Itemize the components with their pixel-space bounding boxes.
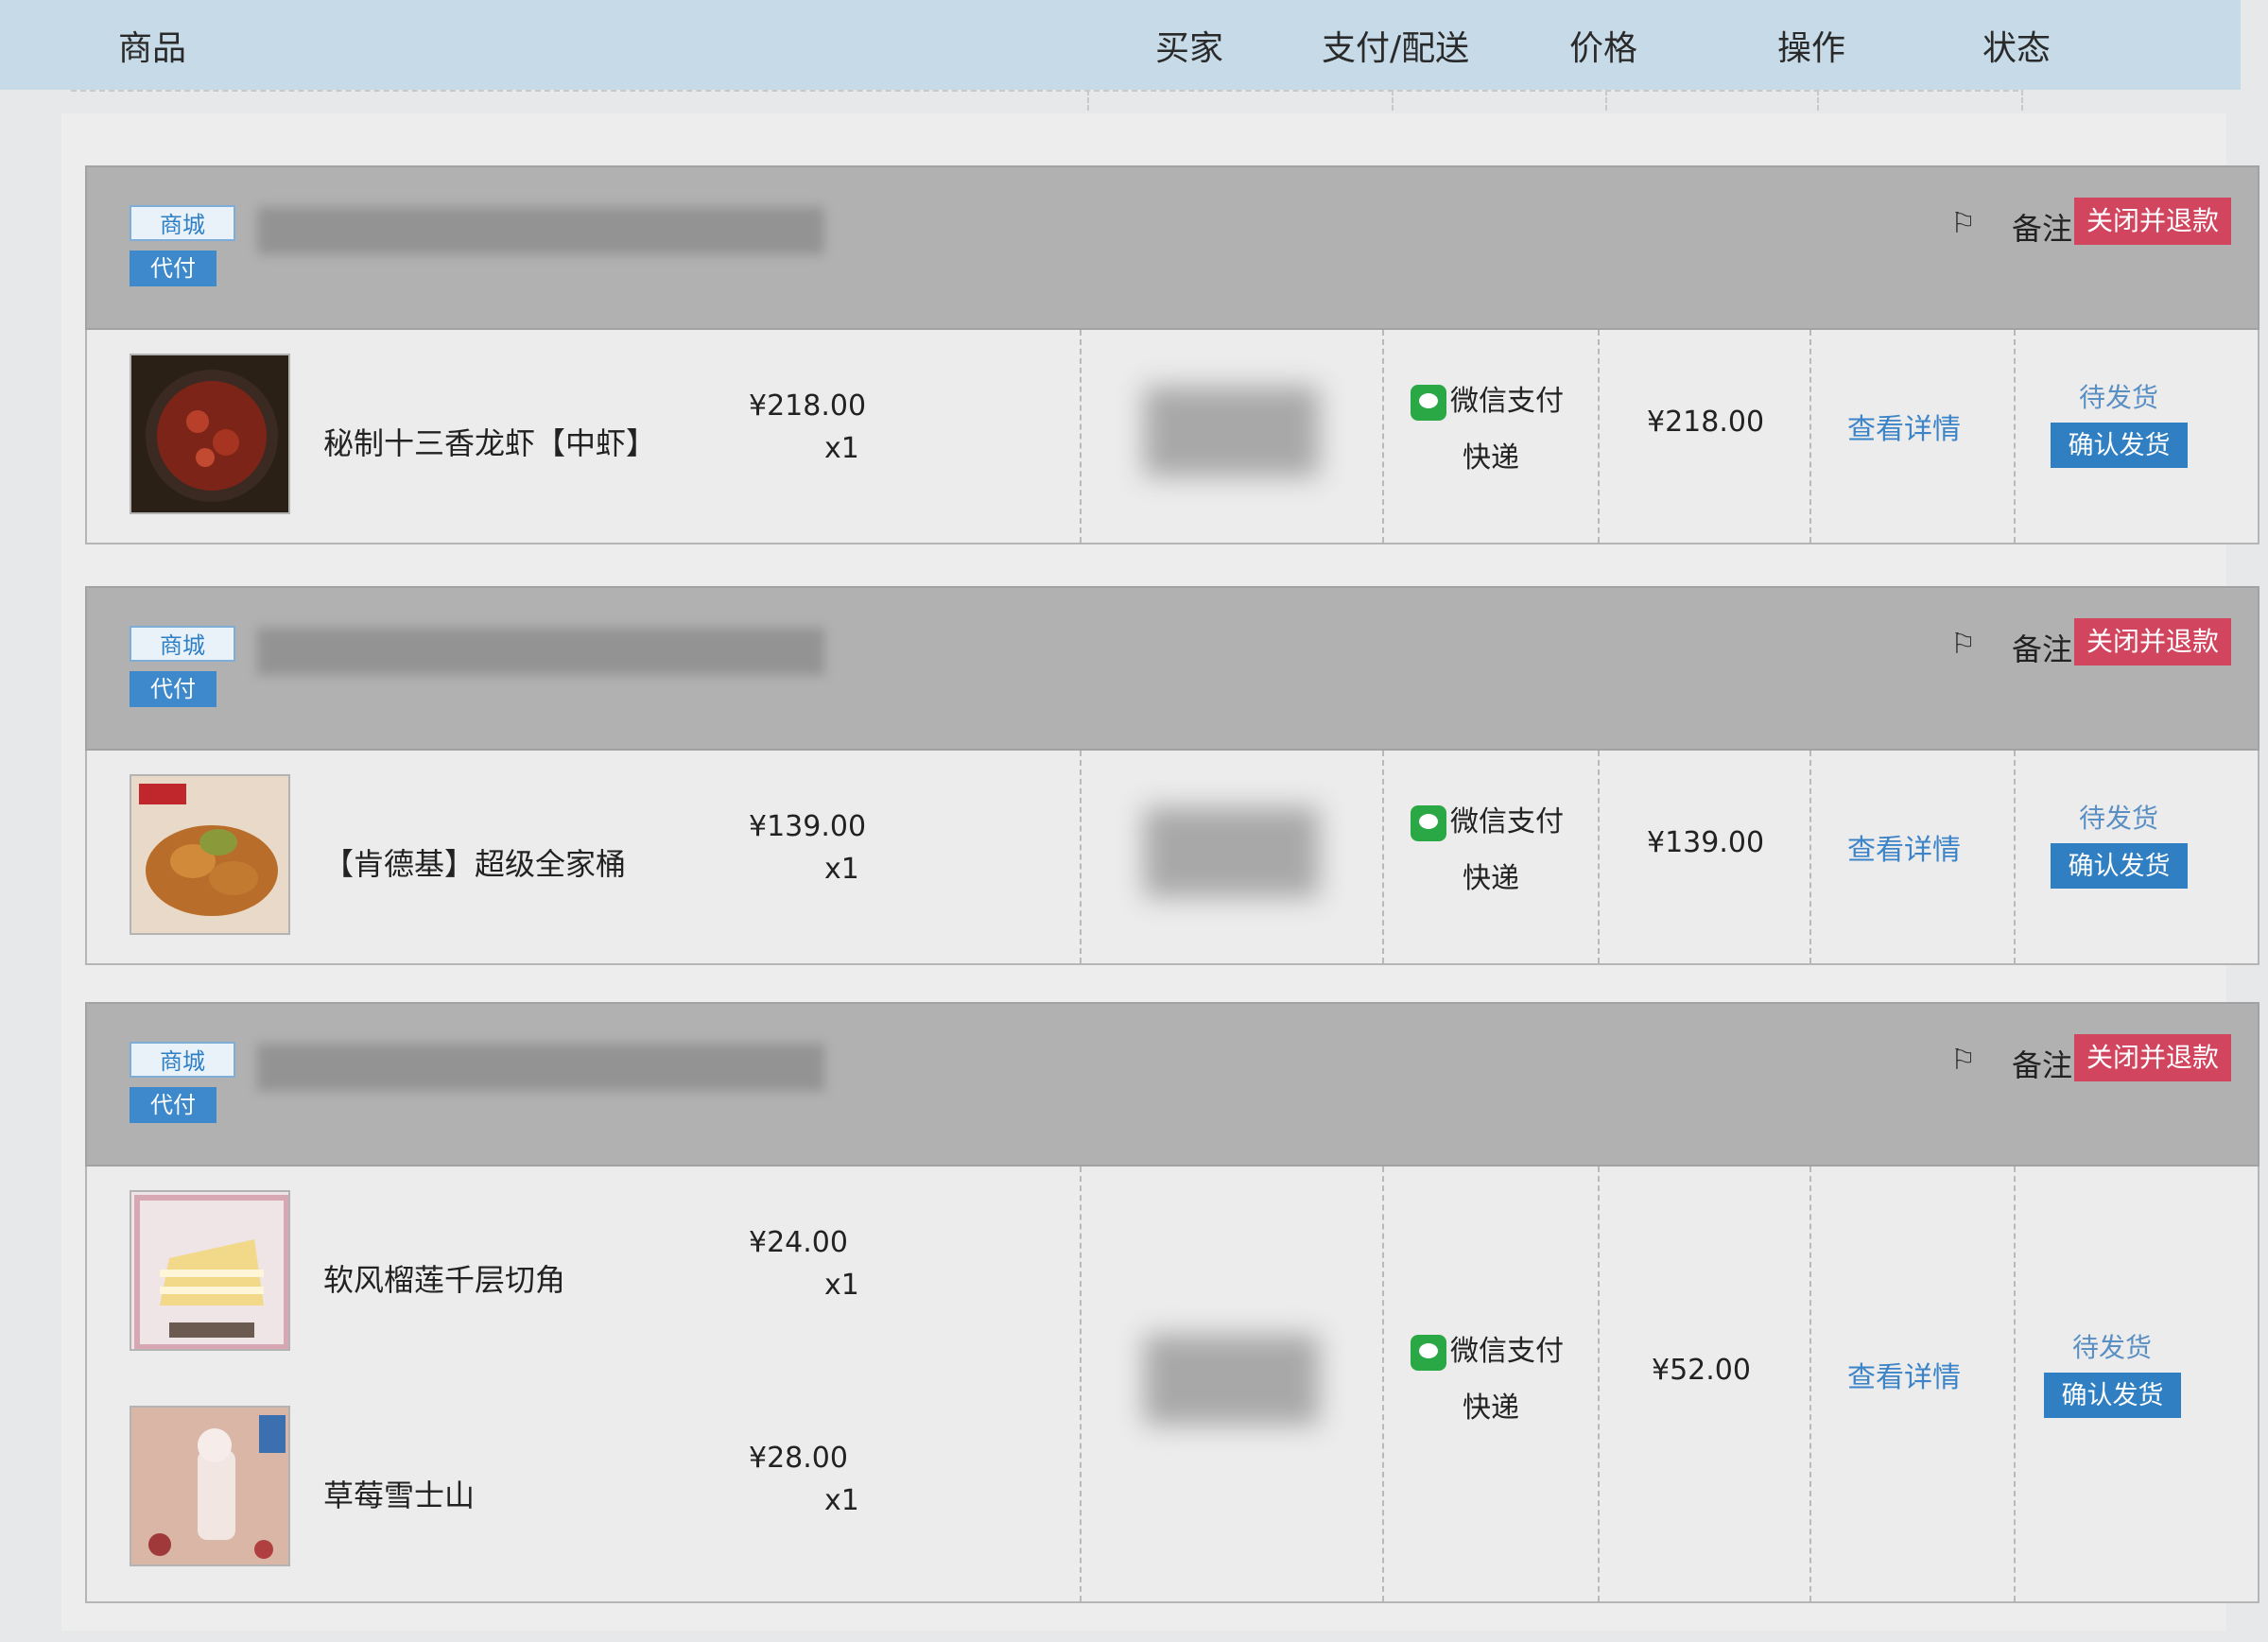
quantity: x1 (824, 1269, 859, 1302)
header-divider (1392, 90, 1394, 111)
shipping-method: 快递 (1463, 862, 1519, 895)
order-body: 秘制十三香龙虾【中虾】 ¥218.00 x1 微信支付 快递 ¥218.00 查… (85, 330, 2259, 544)
column-divider (2014, 1167, 2016, 1601)
column-divider (2014, 330, 2016, 543)
confirm-shipment-button[interactable]: 确认发货 (2051, 423, 2188, 468)
order-header: 商城 代付 ⚐ 备注 关闭并退款 (85, 1002, 2259, 1167)
confirm-shipment-button[interactable]: 确认发货 (2044, 1373, 2181, 1418)
wechat-pay-icon (1411, 1334, 1446, 1371)
remark-link[interactable]: 备注 (2012, 626, 2072, 669)
column-divider (1598, 330, 1600, 543)
payment-method: 微信支付 (1411, 798, 1564, 841)
remark-link[interactable]: 备注 (2012, 205, 2072, 249)
order-header: 商城 代付 ⚐ 备注 关闭并退款 (85, 165, 2259, 330)
product-thumbnail[interactable] (130, 354, 290, 514)
header-divider (1817, 90, 1819, 111)
header-divider (71, 90, 2018, 92)
col-header-status: 状态 (1982, 29, 2052, 68)
agent-pay-tag: 代付 (130, 251, 216, 286)
order-card: 商城 代付 ⚐ 备注 关闭并退款 【肯德基】超级全家桶 ¥139.00 x1 微… (85, 586, 2259, 965)
flag-icon[interactable]: ⚐ (1950, 1044, 1976, 1077)
order-item: 草莓雪士山 ¥28.00 x1 (87, 1382, 1070, 1595)
buyer-info-redacted (1144, 807, 1319, 897)
col-header-actions: 操作 (1777, 29, 1846, 68)
order-total: ¥139.00 (1647, 826, 1765, 859)
order-number-redacted (257, 1044, 824, 1091)
unit-price: ¥24.00 (749, 1226, 848, 1259)
agent-pay-tag: 代付 (130, 671, 216, 707)
order-item: 【肯德基】超级全家桶 ¥139.00 x1 (87, 751, 1070, 963)
column-divider (1382, 751, 1384, 963)
view-details-link[interactable]: 查看详情 (1847, 1354, 1961, 1395)
column-divider (1080, 330, 1082, 543)
order-item: 软风榴莲千层切角 ¥24.00 x1 (87, 1167, 1070, 1379)
header-divider (1087, 90, 1089, 111)
product-name[interactable]: 【肯德基】超级全家桶 (323, 840, 626, 884)
close-and-refund-button[interactable]: 关闭并退款 (2074, 198, 2231, 245)
header-divider (2021, 90, 2023, 111)
column-divider (1809, 330, 1811, 543)
flag-icon[interactable]: ⚐ (1950, 628, 1976, 661)
product-thumbnail[interactable] (130, 1406, 290, 1566)
unit-price: ¥139.00 (749, 810, 867, 843)
wechat-pay-icon (1411, 384, 1446, 421)
table-header: 商品 买家 支付/配送 价格 操作 状态 (0, 0, 2241, 90)
order-total: ¥52.00 (1652, 1354, 1751, 1387)
payment-method: 微信支付 (1411, 1327, 1564, 1371)
column-divider (1382, 330, 1384, 543)
column-divider (1809, 1167, 1811, 1601)
product-name[interactable]: 软风榴莲千层切角 (323, 1256, 565, 1300)
order-card: 商城 代付 ⚐ 备注 关闭并退款 软风榴莲千层切角 ¥24.00 x1 草莓雪士… (85, 1002, 2259, 1603)
order-body: 软风榴莲千层切角 ¥24.00 x1 草莓雪士山 ¥28.00 x1 微信支付 … (85, 1167, 2259, 1603)
order-number-redacted (257, 207, 824, 254)
status-badge: 待发货 (2079, 382, 2159, 413)
view-details-link[interactable]: 查看详情 (1847, 406, 1961, 447)
col-header-payment-shipping: 支付/配送 (1322, 29, 1470, 68)
column-divider (1598, 751, 1600, 963)
product-name[interactable]: 秘制十三香龙虾【中虾】 (323, 420, 656, 463)
status-badge: 待发货 (2072, 1332, 2153, 1363)
flag-icon[interactable]: ⚐ (1950, 207, 1976, 240)
payment-method: 微信支付 (1411, 377, 1564, 421)
product-thumbnail[interactable] (130, 1190, 290, 1351)
buyer-info-redacted (1144, 1335, 1319, 1425)
buyer-info-redacted (1144, 387, 1319, 476)
unit-price: ¥28.00 (749, 1442, 848, 1475)
col-header-buyer: 买家 (1155, 29, 1224, 68)
shipping-method: 快递 (1463, 1391, 1519, 1425)
order-item: 秘制十三香龙虾【中虾】 ¥218.00 x1 (87, 330, 1070, 543)
quantity: x1 (824, 1484, 859, 1517)
unit-price: ¥218.00 (749, 389, 867, 423)
order-header: 商城 代付 ⚐ 备注 关闭并退款 (85, 586, 2259, 751)
column-divider (2014, 751, 2016, 963)
view-details-link[interactable]: 查看详情 (1847, 826, 1961, 868)
product-thumbnail[interactable] (130, 774, 290, 935)
col-header-price: 价格 (1569, 29, 1638, 68)
quantity: x1 (824, 432, 859, 465)
agent-pay-tag: 代付 (130, 1087, 216, 1123)
order-number-redacted (257, 628, 824, 675)
close-and-refund-button[interactable]: 关闭并退款 (2074, 1034, 2231, 1081)
order-card: 商城 代付 ⚐ 备注 关闭并退款 秘制十三香龙虾【中虾】 ¥218.00 x1 … (85, 165, 2259, 544)
shop-tag: 商城 (130, 205, 235, 241)
header-divider (1605, 90, 1607, 111)
shop-tag: 商城 (130, 1042, 235, 1078)
column-divider (1809, 751, 1811, 963)
column-divider (1382, 1167, 1384, 1601)
quantity: x1 (824, 853, 859, 886)
close-and-refund-button[interactable]: 关闭并退款 (2074, 618, 2231, 665)
shop-tag: 商城 (130, 626, 235, 662)
remark-link[interactable]: 备注 (2012, 1042, 2072, 1085)
product-name[interactable]: 草莓雪士山 (323, 1472, 475, 1515)
col-header-product: 商品 (118, 29, 187, 68)
confirm-shipment-button[interactable]: 确认发货 (2051, 843, 2188, 889)
status-badge: 待发货 (2079, 803, 2159, 834)
column-divider (1598, 1167, 1600, 1601)
shipping-method: 快递 (1463, 441, 1519, 475)
column-divider (1080, 1167, 1082, 1601)
order-total: ¥218.00 (1647, 406, 1765, 439)
order-body: 【肯德基】超级全家桶 ¥139.00 x1 微信支付 快递 ¥139.00 查看… (85, 751, 2259, 965)
column-divider (1080, 751, 1082, 963)
wechat-pay-icon (1411, 804, 1446, 841)
